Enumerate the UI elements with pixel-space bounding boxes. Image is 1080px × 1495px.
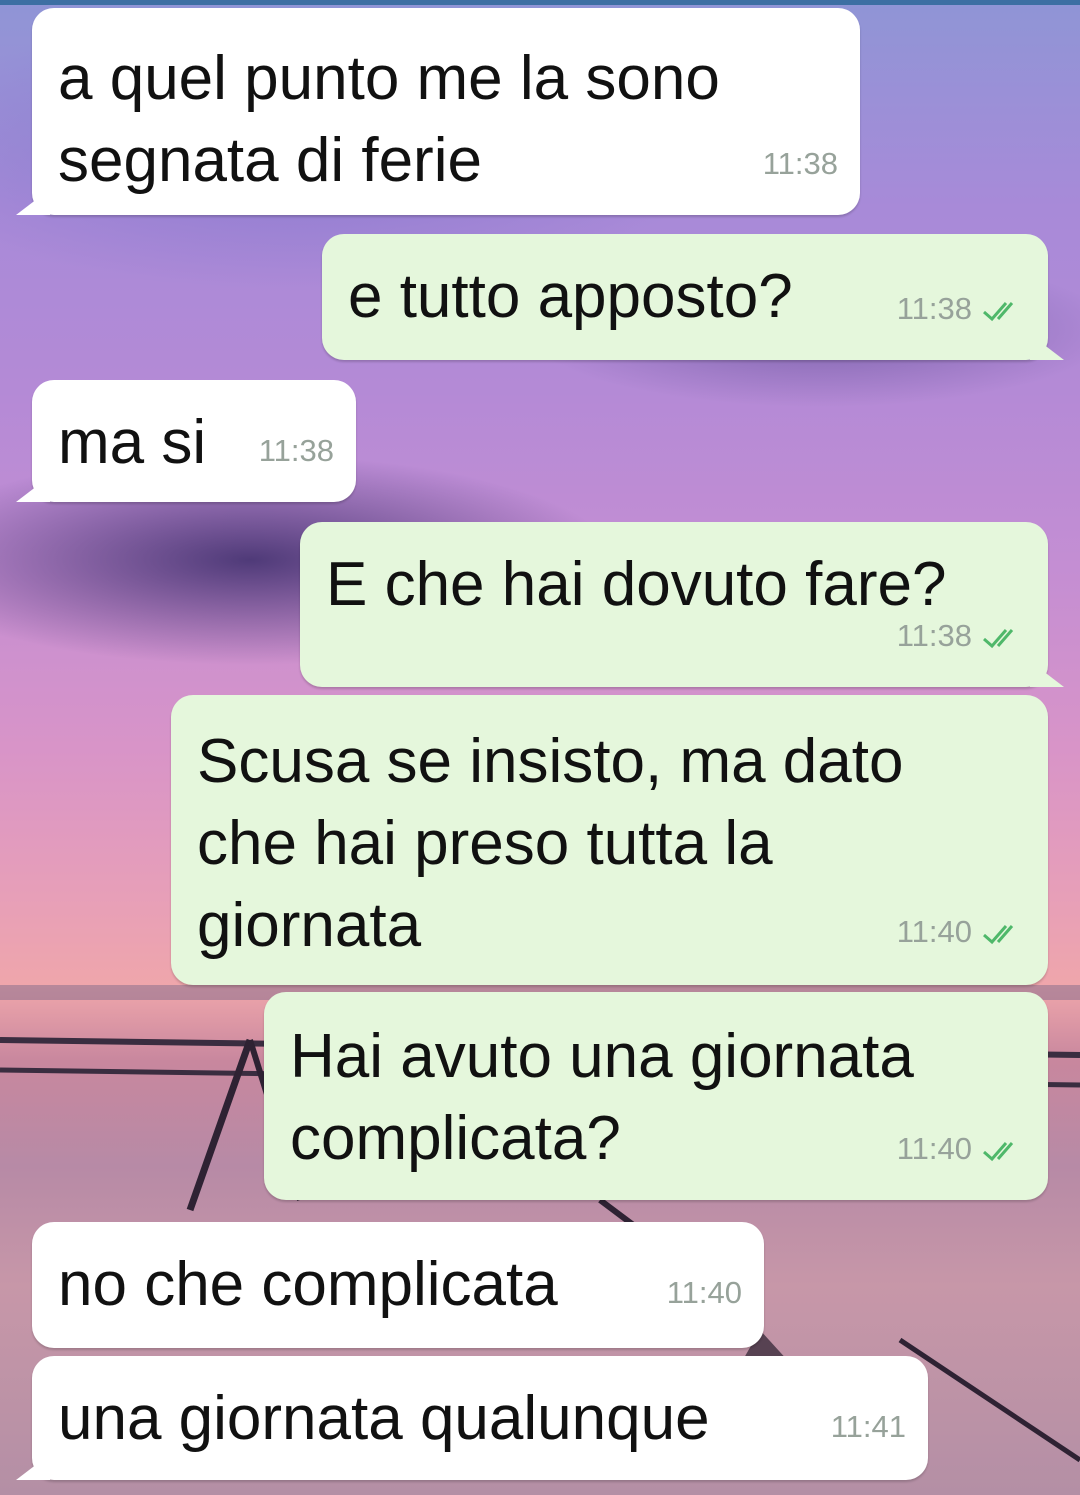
message-bubble-outgoing[interactable]: e tutto apposto? 11:38 [322, 234, 1064, 360]
message-bubble-incoming[interactable]: a quel punto me la sono segnata di ferie… [16, 8, 860, 215]
message-time: 11:41 [830, 1409, 906, 1444]
message-time: 11:40 [666, 1275, 742, 1310]
message-text: no che complicata [58, 1250, 558, 1319]
double-check-icon [983, 924, 1014, 944]
message-time: 11:38 [897, 268, 1026, 350]
message-bubble-incoming[interactable]: ma si 11:38 [16, 380, 356, 502]
message-text: e tutto apposto? [348, 262, 793, 331]
double-check-icon [983, 301, 1014, 321]
message-time: 11:40 [897, 891, 1026, 973]
message-time: 11:38 [258, 433, 334, 468]
message-time: 11:40 [897, 1108, 1026, 1190]
message-text: Scusa se insisto, ma dato che hai preso … [197, 727, 904, 960]
double-check-icon [983, 1141, 1014, 1161]
message-bubble-outgoing[interactable]: E che hai dovuto fare? 11:38 [300, 522, 1064, 687]
message-bubble-outgoing[interactable]: Hai avuto una giornata complicata? 11:40 [264, 992, 1048, 1200]
double-check-icon [983, 628, 1014, 648]
message-bubble-incoming[interactable]: no che complicata 11:40 [32, 1222, 764, 1348]
message-text: una giornata qualunque [58, 1384, 710, 1453]
message-time: 11:38 [897, 595, 1026, 677]
message-text: E che hai dovuto fare? [326, 550, 947, 619]
message-text: Hai avuto una giornata complicata? [290, 1022, 914, 1173]
message-bubble-outgoing[interactable]: Scusa se insisto, ma dato che hai preso … [171, 695, 1048, 985]
message-time: 11:38 [762, 146, 838, 181]
message-text: a quel punto me la sono segnata di ferie [58, 44, 720, 195]
message-bubble-incoming[interactable]: una giornata qualunque 11:41 [16, 1356, 928, 1480]
message-text: ma si [58, 408, 207, 477]
